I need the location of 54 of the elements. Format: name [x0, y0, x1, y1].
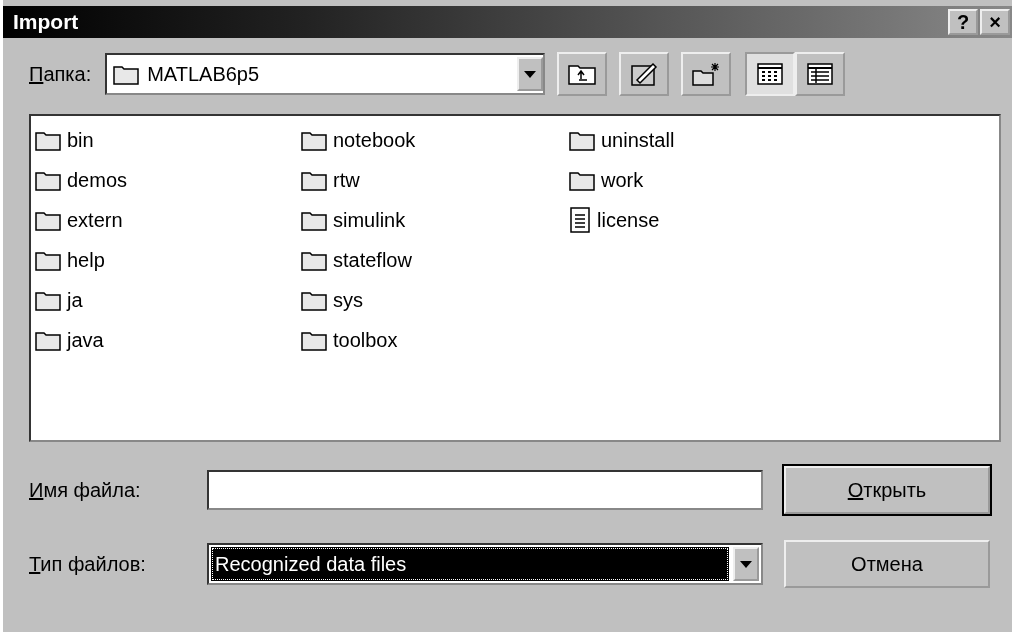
folder-icon [301, 209, 327, 231]
file-name-field[interactable] [207, 470, 763, 510]
list-view-button[interactable] [745, 52, 796, 96]
up-folder-button[interactable] [557, 52, 608, 96]
new-folder-button[interactable] [681, 52, 732, 96]
list-view-icon [757, 63, 784, 85]
folder-up-arrow-icon [567, 62, 598, 86]
file-list-item[interactable]: extern [67, 208, 123, 232]
file-list-item[interactable]: demos [67, 168, 128, 192]
file-list-item[interactable]: help [67, 248, 105, 272]
folder-icon [301, 289, 327, 311]
folder-icon [35, 209, 61, 231]
folder-icon [569, 169, 595, 191]
file-list-item[interactable]: sys [333, 288, 363, 312]
file-list-item[interactable]: bin [67, 128, 94, 152]
dropdown-arrow-icon [740, 560, 752, 568]
file-list-item[interactable]: rtw [333, 168, 360, 192]
file-type-dropdown[interactable]: Recognized data files [207, 543, 763, 585]
details-view-button[interactable] [795, 52, 846, 96]
file-list-item[interactable]: toolbox [333, 328, 398, 352]
file-list-item[interactable]: stateflow [333, 248, 412, 272]
folder-dropdown[interactable]: MATLAB6p5 [105, 53, 546, 95]
document-icon [569, 207, 591, 233]
desktop-button[interactable] [619, 52, 670, 96]
folder-icon [569, 129, 595, 151]
file-list-item[interactable]: license [597, 208, 660, 232]
dropdown-arrow-icon [524, 70, 537, 78]
folder-icon [35, 249, 61, 271]
folder-icon [35, 169, 61, 191]
help-button[interactable]: ? [948, 9, 978, 35]
file-list-item[interactable]: work [601, 168, 644, 192]
file-list-item[interactable]: java [67, 328, 104, 352]
folder-icon [35, 289, 61, 311]
file-list-item[interactable]: ja [67, 288, 83, 312]
new-folder-icon [691, 61, 722, 87]
window-title: Import [13, 10, 79, 34]
folder-icon [301, 129, 327, 151]
folder-icon [113, 63, 140, 85]
file-name-label: Имя файла: [29, 478, 142, 502]
folder-icon [301, 169, 327, 191]
cancel-button[interactable]: Отмена [784, 540, 990, 588]
folder-icon [301, 249, 327, 271]
pencil-icon [629, 60, 660, 88]
folder-icon [35, 129, 61, 151]
open-button[interactable]: Открыть [784, 466, 990, 514]
file-list-item[interactable]: uninstall [601, 128, 675, 152]
file-list-item[interactable]: notebook [333, 128, 416, 152]
close-button[interactable]: × [980, 9, 1010, 35]
folder-icon [35, 329, 61, 351]
file-type-label: Тип файлов: [29, 552, 147, 576]
file-list-item[interactable]: simulink [333, 208, 406, 232]
details-view-icon [807, 63, 834, 85]
folder-label: Папка: [29, 62, 92, 86]
folder-icon [301, 329, 327, 351]
